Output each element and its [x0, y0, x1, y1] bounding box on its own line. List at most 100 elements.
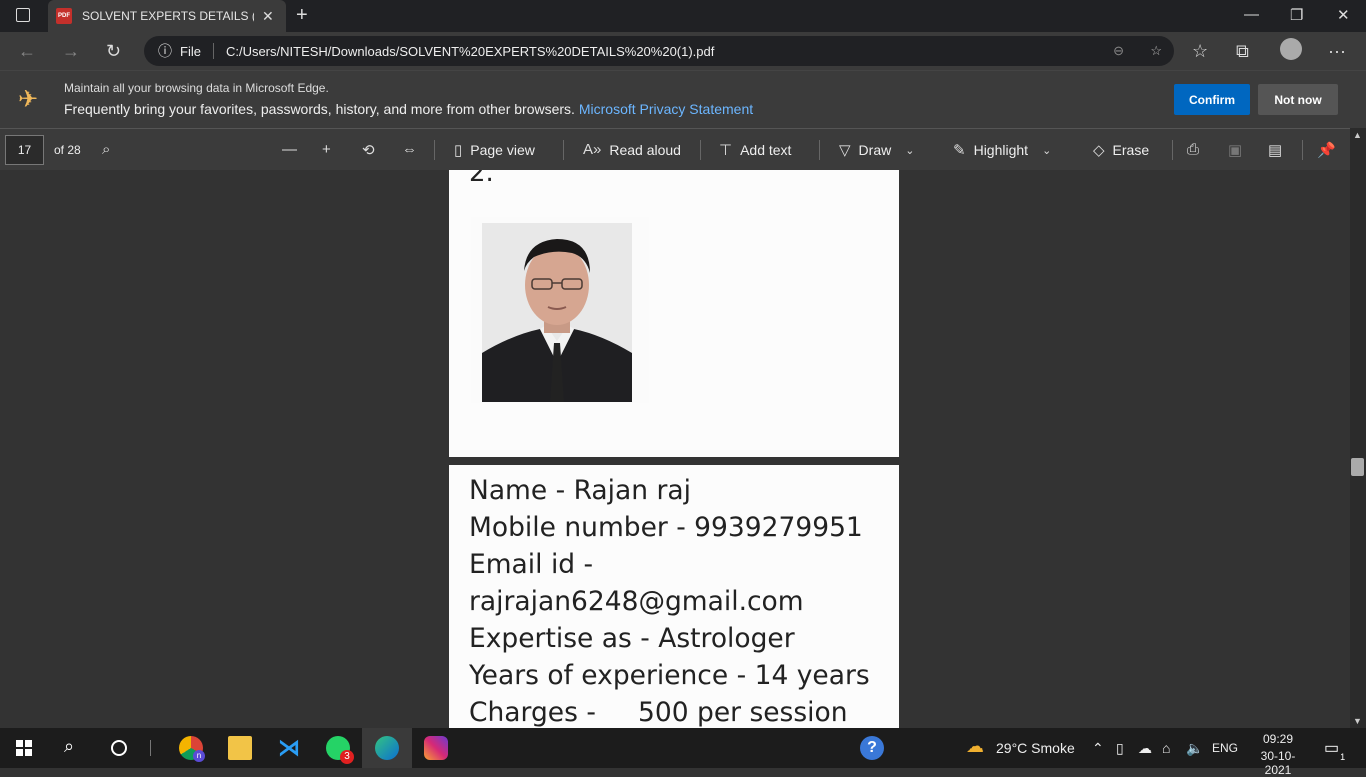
profile-avatar[interactable] — [1280, 38, 1302, 60]
pdf-viewer[interactable]: 2. Name - Rajan raj Mobile number - 9939… — [0, 170, 1350, 728]
tab-active[interactable]: PDF SOLVENT EXPERTS DETAILS (1).pdf ✕ — [48, 0, 286, 32]
pdf-icon: PDF — [56, 8, 72, 24]
add-text-icon: ⊤ — [719, 142, 733, 159]
help-icon[interactable]: ? — [860, 736, 884, 760]
detail-email-label: Email id - — [469, 549, 594, 580]
cortana-icon[interactable] — [111, 740, 127, 756]
file-explorer-icon[interactable] — [228, 736, 252, 760]
address-toolbar: ← → ↻ ⓘ File C:/Users/NITESH/Downloads/S… — [0, 32, 1366, 70]
language-indicator[interactable]: ENG — [1212, 741, 1238, 755]
tab-title: SOLVENT EXPERTS DETAILS (1).pdf — [82, 9, 254, 23]
search-icon[interactable]: ⌕ — [64, 736, 74, 757]
profile-photo — [482, 223, 632, 402]
back-button[interactable]: ← — [18, 41, 36, 62]
highlight-label: Highlight — [973, 142, 1029, 158]
privacy-link[interactable]: Microsoft Privacy Statement — [579, 101, 753, 117]
photo-frame — [471, 217, 649, 403]
toolbar-divider — [700, 140, 701, 160]
tab-actions-icon[interactable] — [16, 8, 30, 22]
url-text[interactable]: C:/Users/NITESH/Downloads/SOLVENT%20EXPE… — [226, 44, 714, 59]
scroll-down-arrow[interactable]: ▼ — [1353, 716, 1362, 726]
detail-name: Name - Rajan raj — [469, 475, 691, 506]
draw-button[interactable]: ▽ Draw ⌄ — [839, 141, 914, 159]
eraser-icon: ◇ — [1093, 142, 1105, 159]
collections-icon[interactable]: ⧉ — [1236, 41, 1249, 62]
scroll-up-arrow[interactable]: ▲ — [1353, 130, 1362, 140]
zoom-icon[interactable]: ⊖ — [1113, 43, 1124, 59]
import-infobar: ✈ Maintain all your browsing data in Mic… — [0, 70, 1366, 128]
page-view-label: Page view — [470, 142, 535, 158]
new-tab-button[interactable]: + — [296, 4, 308, 27]
save-as-icon[interactable]: ▤ — [1268, 141, 1282, 159]
scrollbar-thumb[interactable] — [1351, 458, 1364, 476]
save-icon[interactable]: ▣ — [1228, 141, 1242, 159]
refresh-button[interactable]: ↻ — [106, 41, 121, 62]
search-icon[interactable]: ⌕ — [102, 141, 110, 158]
read-aloud-button[interactable]: A» Read aloud — [583, 141, 681, 158]
forward-button[interactable]: → — [62, 41, 80, 62]
rotate-icon[interactable]: ⟲ — [362, 141, 375, 159]
toolbar-divider — [563, 140, 564, 160]
chrome-badge: n — [193, 750, 205, 762]
not-now-button[interactable]: Not now — [1258, 84, 1338, 115]
read-aloud-label: Read aloud — [609, 141, 681, 158]
detail-expertise: Expertise as - Astrologer — [469, 623, 795, 654]
network-icon[interactable]: ⌂ — [1162, 740, 1170, 756]
plane-icon: ✈ — [18, 86, 39, 113]
print-icon[interactable]: ⎙ — [1187, 141, 1199, 158]
infobar-title: Maintain all your browsing data in Micro… — [64, 81, 329, 95]
settings-menu-icon[interactable]: ··· — [1328, 41, 1346, 62]
infobar-message: Frequently bring your favorites, passwor… — [64, 101, 753, 117]
notification-icon[interactable]: ▭ 1 — [1324, 738, 1345, 762]
fit-to-width-icon[interactable]: ⇔ — [402, 141, 417, 158]
favorites-icon[interactable]: ☆ — [1192, 41, 1208, 62]
highlight-button[interactable]: ✎ Highlight ⌄ — [953, 141, 1051, 159]
vertical-scrollbar[interactable]: ▲ ▼ — [1350, 128, 1366, 728]
highlight-icon: ✎ — [953, 142, 966, 159]
show-hidden-icons-icon[interactable]: ⌃ — [1092, 740, 1104, 757]
add-favorite-icon[interactable]: ☆ — [1150, 43, 1162, 59]
page-view-icon: ▯ — [454, 142, 463, 159]
url-bar[interactable]: ⓘ File C:/Users/NITESH/Downloads/SOLVENT… — [144, 36, 1174, 66]
info-icon[interactable]: ⓘ — [158, 41, 172, 61]
zoom-out-icon[interactable]: — — [282, 141, 297, 158]
draw-icon: ▽ — [839, 142, 851, 159]
add-text-button[interactable]: ⊤ Add text — [719, 141, 791, 159]
close-tab-icon[interactable]: ✕ — [262, 8, 274, 25]
chrome-icon[interactable]: n — [179, 736, 205, 762]
close-window-button[interactable]: ✕ — [1337, 6, 1350, 24]
toolbar-divider — [434, 140, 435, 160]
windows-start-icon[interactable] — [16, 740, 32, 756]
chevron-down-icon[interactable]: ⌄ — [905, 144, 914, 157]
toolbar-divider — [1302, 140, 1303, 160]
device-icon[interactable]: ▯ — [1116, 740, 1124, 757]
instagram-icon[interactable] — [424, 736, 448, 760]
page-fragment-text: 2. — [469, 170, 494, 188]
detail-email: rajrajan6248@gmail.com — [469, 586, 804, 617]
onedrive-icon[interactable]: ☁ — [1138, 740, 1152, 757]
page-view-button[interactable]: ▯ Page view — [454, 141, 535, 159]
erase-label: Erase — [1112, 142, 1150, 158]
pdf-page: Name - Rajan raj Mobile number - 9939279… — [449, 465, 899, 728]
edge-icon[interactable] — [375, 736, 399, 760]
restore-button[interactable]: ❐ — [1290, 6, 1303, 24]
add-text-label: Add text — [740, 142, 792, 158]
clock[interactable]: 09:29 30-10-2021 — [1248, 732, 1308, 777]
confirm-button[interactable]: Confirm — [1174, 84, 1250, 115]
pin-toolbar-icon[interactable]: 📌 — [1317, 141, 1336, 159]
title-bar: PDF SOLVENT EXPERTS DETAILS (1).pdf ✕ + … — [0, 0, 1366, 32]
toolbar-divider — [819, 140, 820, 160]
whatsapp-badge: 3 — [340, 750, 354, 764]
page-number-input[interactable]: 17 — [5, 135, 44, 165]
zoom-in-icon[interactable]: + — [322, 141, 331, 158]
chevron-down-icon[interactable]: ⌄ — [1042, 144, 1051, 157]
minimize-button[interactable]: — — [1244, 6, 1259, 23]
volume-icon[interactable]: 🔈 — [1186, 740, 1203, 757]
clock-time: 09:29 — [1262, 732, 1294, 746]
vscode-icon[interactable]: ⋊ — [277, 736, 301, 760]
whatsapp-icon[interactable]: 3 — [326, 736, 354, 764]
taskbar: ⌕ n ⋊ 3 ? ☁ 29°C Smoke ⌃ ▯ ☁ ⌂ 🔈 ENG 09:… — [0, 728, 1366, 777]
read-aloud-icon: A» — [583, 141, 602, 158]
erase-button[interactable]: ◇ Erase — [1093, 141, 1149, 159]
weather-text[interactable]: 29°C Smoke — [996, 740, 1075, 756]
